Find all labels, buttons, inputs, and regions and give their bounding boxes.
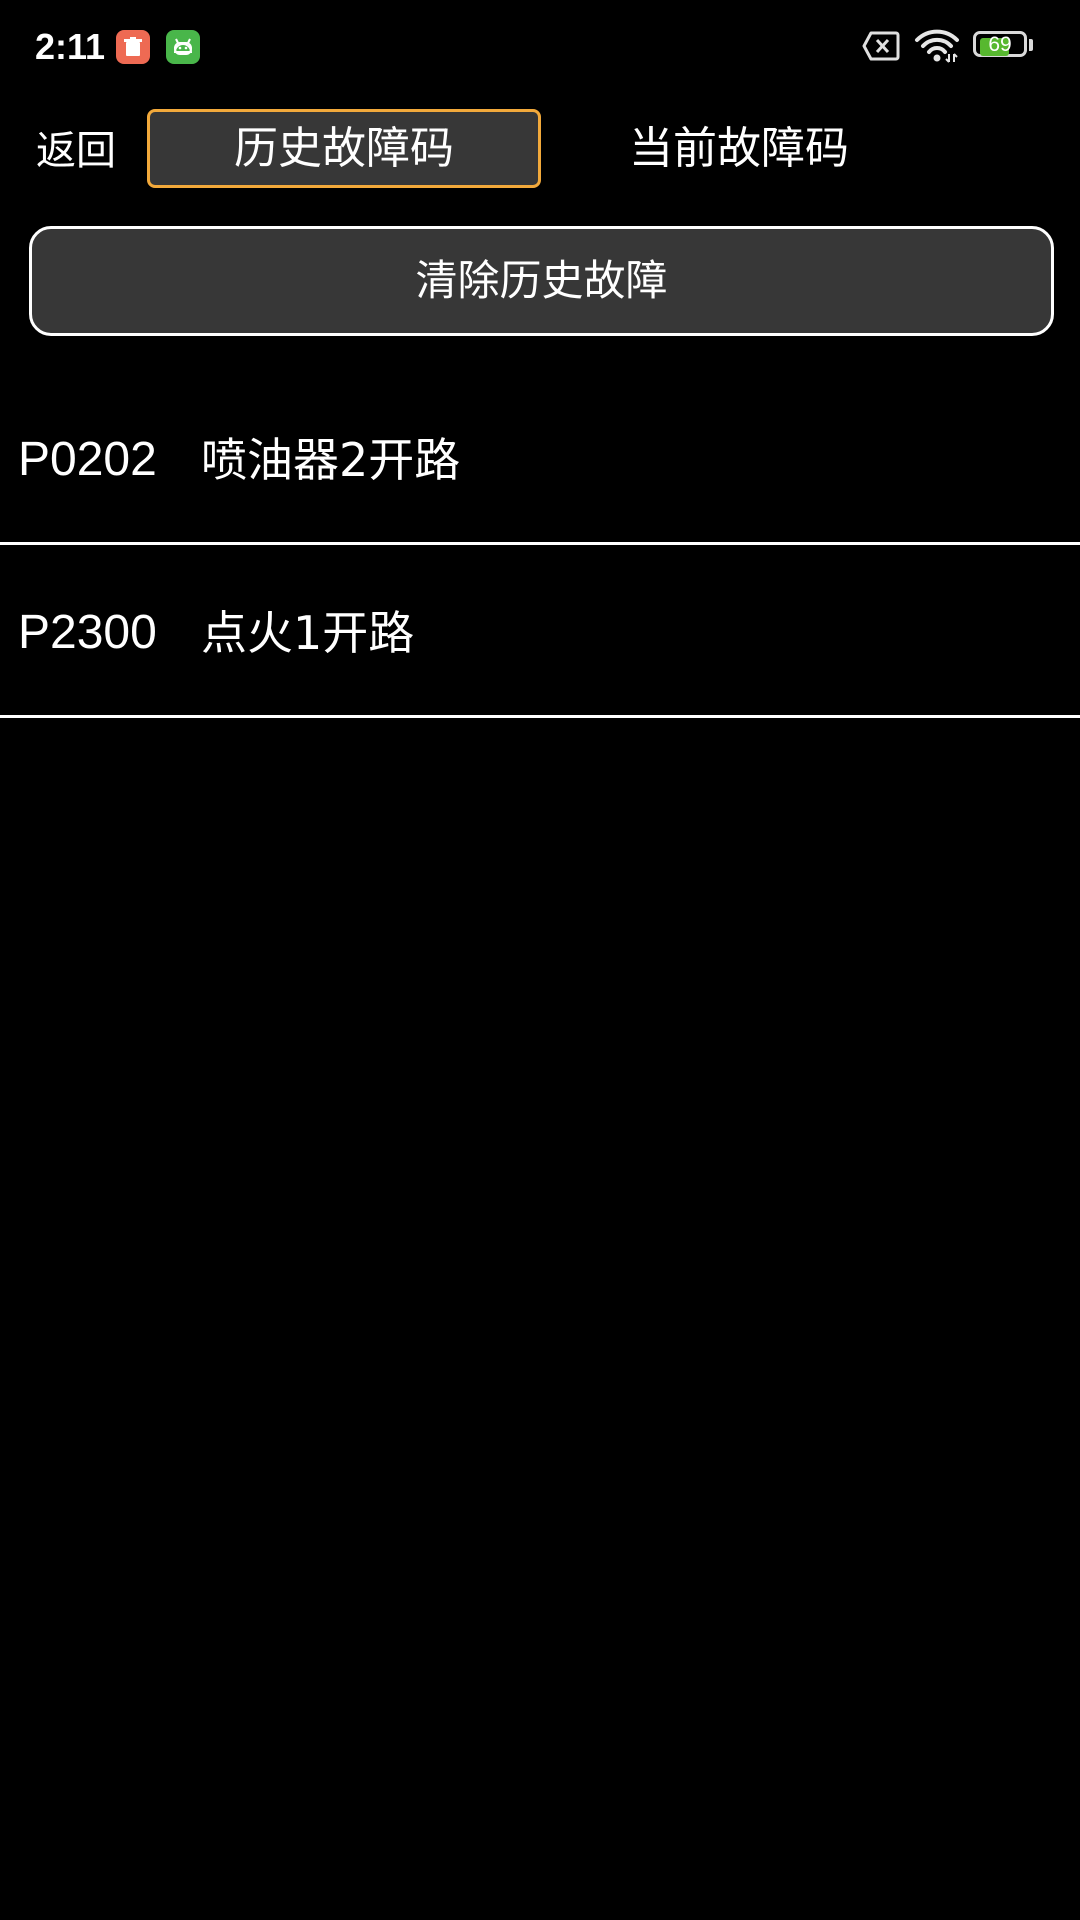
list-item[interactable]: P2300 点火1开路 [0, 545, 1080, 718]
fault-code: P0202 [18, 433, 157, 486]
status-bar: 2:11 69 [0, 0, 1080, 95]
fault-description: 喷油器2开路 [201, 433, 461, 487]
no-sim-icon [862, 31, 900, 65]
wifi-icon [914, 28, 960, 68]
battery-level: 69 [988, 33, 1012, 56]
android-app-icon [166, 30, 200, 64]
trash-app-icon [116, 30, 150, 64]
status-time: 2:11 [35, 26, 106, 67]
fault-code: P2300 [18, 606, 157, 659]
fault-description: 点火1开路 [201, 606, 415, 660]
tab-history-codes[interactable]: 历史故障码 [147, 109, 541, 188]
clear-history-button[interactable]: 清除历史故障 [29, 226, 1054, 336]
list-item[interactable]: P0202 喷油器2开路 [0, 372, 1080, 545]
battery-icon: 69 [973, 31, 1033, 61]
back-button[interactable]: 返回 [36, 124, 116, 178]
fault-list: P0202 喷油器2开路 P2300 点火1开路 [0, 372, 1080, 718]
tab-current-codes[interactable]: 当前故障码 [558, 109, 920, 188]
